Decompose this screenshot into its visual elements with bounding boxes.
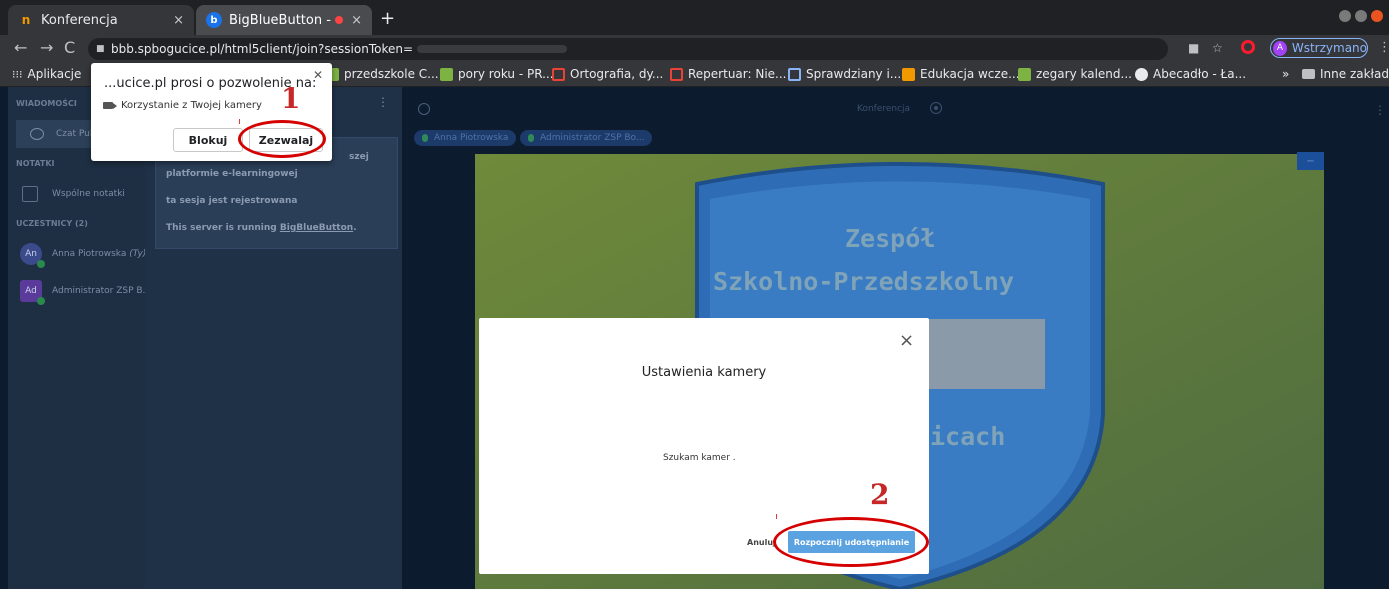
new-tab-button[interactable]: + xyxy=(380,8,395,29)
slide-text: Szkolno-Przedszkolny xyxy=(713,267,1015,296)
minimize-presentation-button[interactable]: − xyxy=(1297,152,1324,170)
meeting-title: Konferencja xyxy=(857,104,911,114)
bookmark-repertuar[interactable]: Repertuar: Nie... xyxy=(670,67,787,81)
profile-avatar: A xyxy=(1273,40,1287,56)
welcome-line: szej xyxy=(349,152,369,162)
camera-icon xyxy=(103,102,117,109)
cancel-button[interactable]: Anuluj xyxy=(747,538,776,547)
window-controls xyxy=(1339,10,1383,22)
welcome-line: ta sesja jest rejestrowana xyxy=(166,196,298,206)
tab-bigbluebutton[interactable]: b BigBlueButton - Konfe × xyxy=(196,5,372,35)
back-icon[interactable]: ← xyxy=(14,38,27,57)
lock-icon: ■ xyxy=(96,43,105,54)
close-icon[interactable]: × xyxy=(899,332,914,350)
bookmark-edukacja[interactable]: Edukacja wcze... xyxy=(902,67,1020,81)
block-button[interactable]: Blokuj xyxy=(173,128,243,152)
close-icon[interactable]: ✕ xyxy=(313,68,323,82)
online-status-icon xyxy=(37,297,45,305)
bookmark-sprawdziany[interactable]: Sprawdziany i... xyxy=(788,67,901,81)
annotation-number-step1: 1 xyxy=(281,82,301,115)
online-status-icon xyxy=(37,260,45,268)
bookmark-abecadlo[interactable]: Abecadło - Ła... xyxy=(1135,67,1246,81)
notes-icon xyxy=(22,186,38,202)
participant-item[interactable]: An Anna Piotrowska (Ty) xyxy=(20,243,146,268)
address-bar[interactable]: ■ bbb.spbogucice.pl/html5client/join?ses… xyxy=(88,38,1168,60)
camera-in-use-icon[interactable]: ■ xyxy=(1188,41,1199,55)
browser-tab-bar: n Konferencja × b BigBlueButton - Konfe … xyxy=(0,0,1389,35)
bookmark-pory-roku[interactable]: pory roku - PR... xyxy=(440,67,554,81)
tab-title: BigBlueButton - Konfe xyxy=(229,12,335,28)
slide-text: Zespół xyxy=(845,224,936,253)
participants-heading: UCZESTNICY (2) xyxy=(16,219,88,228)
tab-konferencja[interactable]: n Konferencja × xyxy=(8,5,194,35)
welcome-line: This server is running BigBlueButton. xyxy=(166,223,357,233)
user-list-sidebar: WIADOMOŚCI Czat Publi NOTATKI Wspólne no… xyxy=(8,87,151,589)
close-tab-icon[interactable]: × xyxy=(351,13,362,28)
mic-icon xyxy=(528,134,534,142)
annotation-circle-step1 xyxy=(238,120,326,158)
avatar: Ad xyxy=(20,280,45,305)
apps-grid-icon: ⁝⁝⁝ xyxy=(12,67,23,81)
record-icon[interactable] xyxy=(930,102,942,114)
forward-icon[interactable]: → xyxy=(40,38,53,57)
messages-heading: WIADOMOŚCI xyxy=(16,99,77,108)
chat-icon xyxy=(30,128,44,140)
chat-options-kebab-icon[interactable]: ⋮ xyxy=(377,95,389,109)
permission-item: Korzystanie z Twojej kamery xyxy=(103,100,262,111)
annotation-number-step2: 2 xyxy=(870,478,890,511)
mic-icon xyxy=(422,134,428,142)
options-kebab-icon[interactable]: ⋮ xyxy=(1374,103,1386,117)
tab-title: Konferencja xyxy=(41,12,118,28)
bookmark-folder-inne[interactable]: Inne zakładki xyxy=(1302,67,1389,81)
talking-indicator: Anna Piotrowska xyxy=(414,130,517,146)
maximize-icon[interactable] xyxy=(1355,10,1367,22)
annotation-circle-step2 xyxy=(773,517,929,567)
bookmark-favicon-icon xyxy=(1135,67,1148,81)
welcome-line: platformie e-learningowej xyxy=(166,169,298,179)
bigbluebutton-link[interactable]: BigBlueButton xyxy=(280,223,353,233)
camera-search-status: Szukam kamer . xyxy=(663,453,736,463)
opera-icon[interactable] xyxy=(1241,40,1255,54)
notes-heading: NOTATKI xyxy=(16,159,55,168)
profile-label: Wstrzymano xyxy=(1291,41,1367,55)
star-icon[interactable]: ☆ xyxy=(1212,41,1223,55)
bookmark-przedszkole[interactable]: przedszkole C... xyxy=(326,67,439,81)
recording-indicator-icon xyxy=(335,16,344,24)
talking-indicator: Administrator ZSP Bo... xyxy=(520,130,653,146)
browser-toolbar: ← → C ■ bbb.spbogucice.pl/html5client/jo… xyxy=(0,35,1389,63)
user-icon[interactable] xyxy=(418,103,430,115)
bookmark-favicon-icon xyxy=(788,67,801,81)
bookmark-zegary[interactable]: zegary kalend... xyxy=(1018,67,1132,81)
slide-text: icach xyxy=(930,422,1006,451)
avatar: An xyxy=(20,243,45,268)
konferencja-favicon-icon: n xyxy=(21,13,31,27)
browser-menu-icon[interactable]: ⋮ xyxy=(1378,40,1389,55)
bookmark-favicon-icon xyxy=(440,67,453,81)
annotation-marker xyxy=(239,119,240,124)
close-tab-icon[interactable]: × xyxy=(173,13,184,28)
bigbluebutton-favicon-icon: b xyxy=(206,12,222,28)
minimize-icon[interactable] xyxy=(1339,10,1351,22)
url-host: bbb.spbogucice.pl xyxy=(111,42,221,56)
bookmark-favicon-icon xyxy=(552,67,565,81)
main-header: Konferencja ⋮ xyxy=(402,87,1389,127)
shared-notes-item[interactable]: Wspólne notatki xyxy=(22,186,125,202)
reload-icon[interactable]: C xyxy=(64,38,75,57)
url-token-redacted xyxy=(417,45,568,53)
annotation-marker xyxy=(776,514,777,519)
chat-panel: ⋮ szej platformie e-learningowej ta sesj… xyxy=(145,87,402,589)
bookmark-favicon-icon xyxy=(1018,67,1031,81)
bookmark-favicon-icon xyxy=(670,67,683,81)
modal-title: Ustawienia kamery xyxy=(641,365,767,380)
bookmark-aplikacje[interactable]: ⁝⁝⁝ Aplikacje xyxy=(12,67,81,81)
profile-button[interactable]: A Wstrzymano xyxy=(1270,38,1368,58)
url-path: /html5client/join?sessionToken= xyxy=(220,42,414,56)
bookmark-favicon-icon xyxy=(902,67,915,81)
bookmark-ortografia[interactable]: Ortografia, dy... xyxy=(552,67,663,81)
folder-icon xyxy=(1302,69,1315,79)
participant-item[interactable]: Ad Administrator ZSP B... xyxy=(20,280,151,305)
bookmarks-overflow[interactable]: » xyxy=(1282,67,1289,81)
window-close-icon[interactable] xyxy=(1371,10,1383,22)
